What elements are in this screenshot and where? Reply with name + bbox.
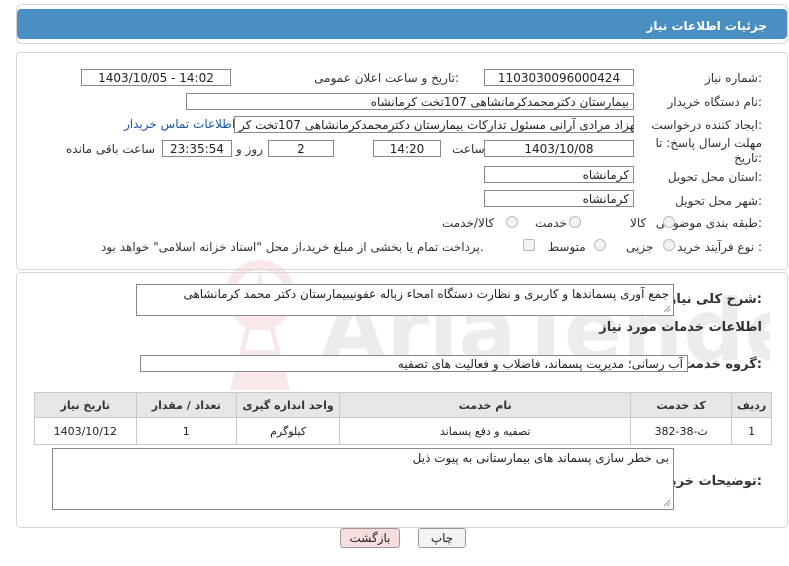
province-label: استان محل تحویل: <box>667 170 762 184</box>
col-row-number: ردیف <box>731 392 772 418</box>
city-label: شهر محل تحویل: <box>675 194 762 208</box>
deadline-label: مهلت ارسال پاسخ: تا <box>655 136 762 150</box>
buyer-notes-field[interactable]: بی خطر سازی پسماند های بیمارستانی به پیو… <box>52 448 674 510</box>
resize-grip-icon[interactable] <box>663 499 671 507</box>
buyer-org-label: نام دستگاه خریدار: <box>667 95 763 109</box>
deadline-date-field[interactable]: 1403/10/08 <box>484 140 634 157</box>
summary-label: شرح کلی نیاز: <box>668 292 762 307</box>
print-button[interactable]: چاپ <box>418 528 466 548</box>
requester-label: ایجاد کننده درخواست: <box>651 118 762 132</box>
deadline-date-label: تاریخ: <box>734 151 762 165</box>
resize-grip-icon[interactable] <box>663 305 671 313</box>
treasury-payment-checkbox[interactable] <box>523 239 535 251</box>
col-need-date: تاریخ نیاز <box>34 392 137 418</box>
process-radio-minor[interactable] <box>663 239 675 251</box>
cell-need-date: 1403/10/12 <box>34 417 137 445</box>
buyer-notes-text: بی خطر سازی پسماند های بیمارستانی به پیو… <box>412 451 669 465</box>
table-row[interactable]: 1403/10/12 1 کیلوگرم تصفیه و دفع پسماند … <box>34 417 772 445</box>
back-button[interactable]: بازگشت <box>340 528 400 548</box>
summary-field[interactable]: جمع آوری پسماندها و کاربری و نظارت دستگا… <box>136 284 674 316</box>
days-label: روز و <box>236 142 263 156</box>
announce-date-field[interactable]: 1403/10/05 - 14:02 <box>81 69 231 86</box>
cell-service-name: تصفیه و دفع پسماند <box>339 417 632 445</box>
service-group-label: گروه خدمت: <box>682 357 762 372</box>
cell-row-number: 1 <box>731 417 772 445</box>
need-number-field[interactable]: 1103030096000424 <box>484 69 634 86</box>
services-section-title: اطلاعات خدمات مورد نیاز <box>599 320 762 335</box>
service-group-field[interactable]: آب رسانی؛ مدیریت پسماند، فاضلاب و فعالیت… <box>140 355 688 372</box>
city-field[interactable]: کرمانشاه <box>484 190 634 207</box>
remaining-time-label: ساعت باقی مانده <box>66 142 156 156</box>
category-option-service: خدمت <box>535 216 567 230</box>
col-service-name: نام خدمت <box>339 392 632 418</box>
remaining-time-field[interactable]: 23:35:54 <box>162 140 232 157</box>
category-radio-goods-service[interactable] <box>506 216 518 228</box>
category-option-goods: کالا <box>630 216 647 230</box>
province-field[interactable]: کرمانشاه <box>484 166 634 183</box>
category-option-goods-service: کالا/خدمت <box>442 216 495 230</box>
category-radio-service[interactable] <box>569 216 581 228</box>
need-number-label: شماره نیاز: <box>704 71 762 85</box>
page-header: جزئیات اطلاعات نیاز <box>16 4 788 44</box>
announce-date-label: تاریخ و ساعت اعلان عمومی: <box>314 71 459 85</box>
process-type-label: نوع فرآیند خرید : <box>677 240 762 254</box>
cell-quantity: 1 <box>135 417 237 445</box>
requester-field[interactable]: بهزاد مرادی آرانی مسئول تدارکات بیمارستا… <box>234 116 634 133</box>
treasury-payment-note: پرداخت تمام یا بخشی از مبلغ خرید،از محل … <box>101 240 484 254</box>
col-service-code: کد خدمت <box>630 392 733 418</box>
page-title: جزئیات اطلاعات نیاز <box>646 19 767 33</box>
buyer-org-field[interactable]: بیمارستان دکترمحمدکرمانشاهی 107تخت کرمان… <box>186 93 634 110</box>
process-radio-medium[interactable] <box>594 239 606 251</box>
cell-unit: کیلوگرم <box>235 417 341 445</box>
deadline-time-field[interactable]: 14:20 <box>373 140 441 157</box>
table-header-row: تاریخ نیاز تعداد / مقدار واحد اندازه گیر… <box>34 392 772 418</box>
days-remaining-field[interactable]: 2 <box>268 140 334 157</box>
col-quantity: تعداد / مقدار <box>135 392 237 418</box>
category-radio-goods[interactable] <box>663 216 675 228</box>
process-option-minor: جزیی <box>626 240 654 254</box>
cell-service-code: ث-38-382 <box>630 417 733 445</box>
buyer-contact-link[interactable]: اطلاعات تماس خریدار <box>124 117 235 131</box>
summary-text: جمع آوری پسماندها و کاربری و نظارت دستگا… <box>183 287 669 301</box>
col-unit: واحد اندازه گیری <box>235 392 341 418</box>
deadline-time-label: ساعت <box>452 142 485 156</box>
services-table: تاریخ نیاز تعداد / مقدار واحد اندازه گیر… <box>34 392 772 445</box>
process-option-medium: متوسط <box>548 240 586 254</box>
